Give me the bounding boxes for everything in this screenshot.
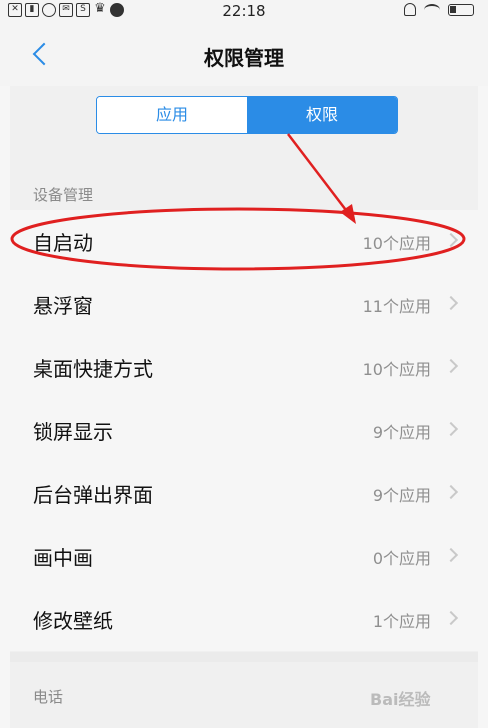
status-bar: ✕ ▮ ✉ S ♛ 22:18 [0, 0, 488, 22]
item-label: 画中画 [33, 546, 93, 570]
chevron-right-icon [443, 232, 459, 248]
chevron-right-icon [443, 610, 459, 626]
tab-permissions[interactable]: 权限 [247, 97, 397, 133]
section-header-device-management: 设备管理 [33, 186, 94, 204]
left-margin [0, 86, 10, 728]
list-item-background-popup[interactable]: 后台弹出界面 9个应用 [10, 462, 478, 525]
item-count: 10个应用 [362, 234, 431, 253]
list-item-lockscreen-display[interactable]: 锁屏显示 9个应用 [10, 399, 478, 462]
item-label: 修改壁纸 [33, 609, 113, 633]
item-count: 1个应用 [372, 612, 431, 631]
tab-apps[interactable]: 应用 [97, 97, 247, 133]
battery-icon [448, 3, 474, 16]
segmented-tabs: 应用 权限 [96, 96, 398, 134]
right-margin [478, 86, 488, 728]
page-title: 权限管理 [204, 46, 284, 70]
chevron-right-icon [443, 484, 459, 500]
wifi-icon [424, 3, 440, 16]
list-item-picture-in-picture[interactable]: 画中画 0个应用 [10, 525, 478, 588]
item-label: 后台弹出界面 [33, 483, 153, 507]
item-count: 10个应用 [362, 360, 431, 379]
bell-off-icon [404, 3, 416, 16]
list-item-change-wallpaper[interactable]: 修改壁纸 1个应用 [10, 588, 478, 651]
item-label: 悬浮窗 [33, 294, 93, 318]
navigation-header: 权限管理 [0, 22, 488, 86]
chevron-right-icon [443, 295, 459, 311]
item-count: 9个应用 [372, 423, 431, 442]
item-label: 锁屏显示 [33, 420, 113, 444]
item-label: 自启动 [33, 231, 93, 255]
item-count: 0个应用 [372, 549, 431, 568]
list-item-autostart[interactable]: 自启动 10个应用 [10, 210, 478, 273]
list-item-desktop-shortcut[interactable]: 桌面快捷方式 10个应用 [10, 336, 478, 399]
chevron-right-icon [443, 421, 459, 437]
section-divider [10, 652, 478, 662]
section-header-phone: 电话 [33, 688, 64, 706]
system-icons [404, 3, 474, 16]
item-label: 桌面快捷方式 [33, 357, 153, 381]
list-item-floating-window[interactable]: 悬浮窗 11个应用 [10, 273, 478, 336]
permission-list: 自启动 10个应用 悬浮窗 11个应用 桌面快捷方式 10个应用 锁屏显示 9个… [10, 210, 478, 651]
baidu-watermark: Bai经验 [370, 690, 431, 709]
chevron-right-icon [443, 547, 459, 563]
chevron-right-icon [443, 358, 459, 374]
annotation-arrow-line [287, 133, 353, 219]
item-count: 11个应用 [362, 297, 431, 316]
item-count: 9个应用 [372, 486, 431, 505]
